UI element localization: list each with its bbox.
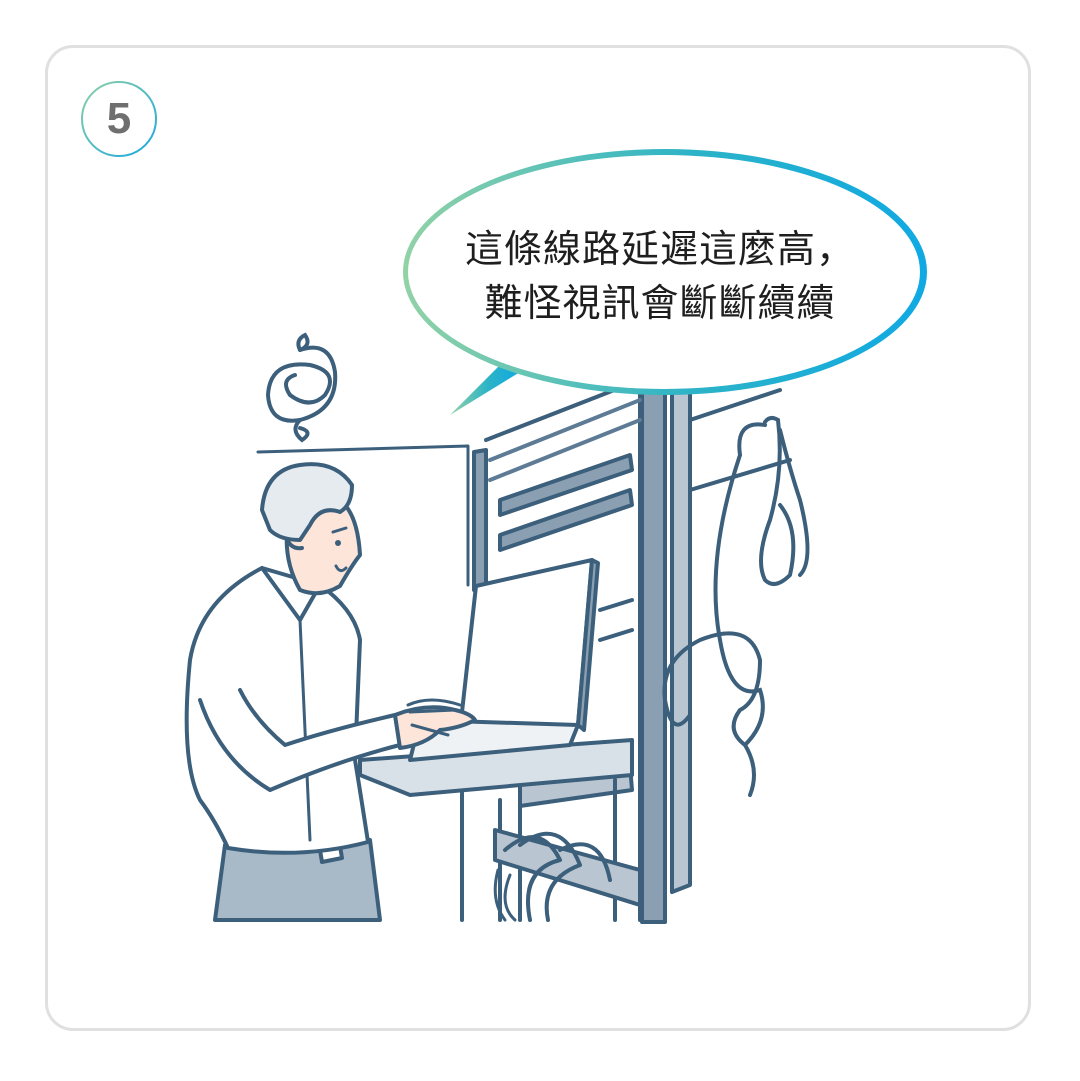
speech-line-1: 這條線路延遲這麼高， xyxy=(464,227,855,271)
speech-bubble-text: 這條線路延遲這麼高， 難怪視訊會斷斷續續 xyxy=(420,222,900,330)
speech-line-2: 難怪視訊會斷斷續續 xyxy=(484,281,836,325)
laptop xyxy=(358,558,634,797)
engineer-figure xyxy=(184,462,477,922)
engineer-scene xyxy=(184,149,927,924)
confused-scribble-icon xyxy=(265,332,338,443)
